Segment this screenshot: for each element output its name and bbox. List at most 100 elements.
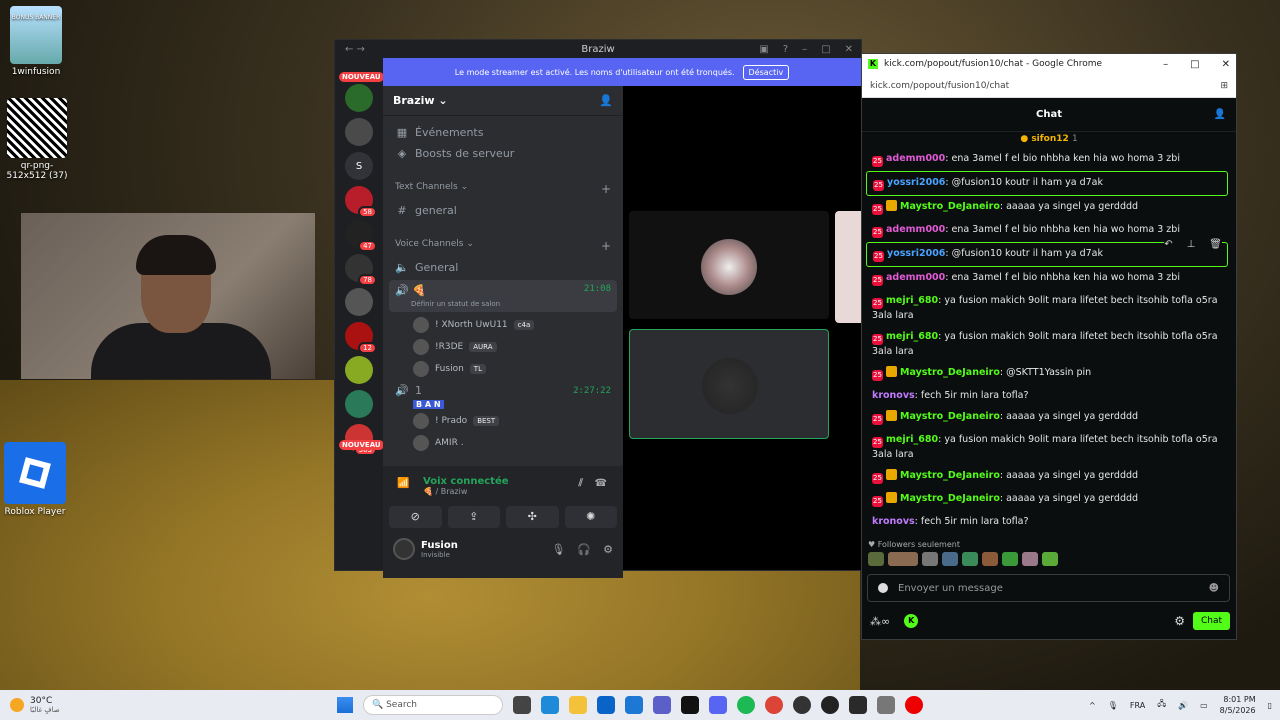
nvidia-icon[interactable] bbox=[681, 696, 699, 714]
chrome-icon[interactable] bbox=[765, 696, 783, 714]
opera-icon[interactable] bbox=[905, 696, 923, 714]
trash-icon[interactable]: 🗑 bbox=[1209, 238, 1222, 251]
chat-username[interactable]: yossri2006 bbox=[887, 248, 945, 259]
volume-icon[interactable]: 🔊 bbox=[1178, 701, 1188, 710]
gear-icon[interactable]: ⚙ bbox=[1174, 614, 1185, 628]
chat-message[interactable]: 25 Maystro_DeJaneiro: aaaaa ya singel ya … bbox=[866, 488, 1228, 511]
windows-start-icon[interactable] bbox=[337, 697, 353, 713]
voice-tile-speaking[interactable] bbox=[629, 329, 829, 439]
server-icon[interactable]: 12 bbox=[345, 322, 377, 354]
close-icon[interactable]: ✕ bbox=[845, 44, 853, 55]
soundboard-button[interactable]: ✺ bbox=[564, 506, 617, 528]
channel-boosts[interactable]: ◈ Boosts de serveur bbox=[383, 143, 623, 164]
desktop-icon-qr[interactable]: qr-png-512x512 (37) bbox=[2, 98, 72, 181]
channel-general-voice[interactable]: 🔈 General bbox=[383, 257, 623, 278]
server-icon[interactable]: 78 bbox=[345, 254, 377, 286]
translate-icon[interactable]: ⊞ bbox=[1220, 81, 1228, 91]
chat-messages[interactable]: 25 ademm000: ena 3amel f el bio nhbha ken… bbox=[866, 148, 1228, 526]
gear-icon[interactable]: ⚙ bbox=[603, 543, 613, 556]
voice-user[interactable]: AMIR . bbox=[383, 432, 623, 454]
channel-events[interactable]: ▦ Événements bbox=[383, 122, 623, 143]
chat-message[interactable]: 25 mejri_680: ya fusion makich 9olit mara… bbox=[866, 290, 1228, 326]
language-indicator[interactable]: FRA bbox=[1130, 701, 1145, 710]
minimize-icon[interactable]: – bbox=[802, 44, 807, 55]
chat-message[interactable]: kronovs: fech 5ir min lara tofla? bbox=[866, 385, 1228, 406]
chat-message[interactable]: 25 ademm000: ena 3amel f el bio nhbha ken… bbox=[866, 148, 1228, 171]
chat-username[interactable]: mejri_680 bbox=[886, 331, 938, 342]
chat-username[interactable]: mejri_680 bbox=[886, 434, 938, 445]
server-icon[interactable]: 47 bbox=[345, 220, 377, 252]
voice-tile[interactable] bbox=[629, 211, 829, 319]
server-icon[interactable] bbox=[345, 84, 373, 112]
headphones-icon[interactable]: 🎧 bbox=[577, 543, 591, 556]
pin-icon[interactable]: ⊥ bbox=[1187, 238, 1196, 251]
chat-message[interactable]: 25 Maystro_DeJaneiro: @SKTT1Yassin pin bbox=[866, 362, 1228, 385]
close-icon[interactable]: ✕ bbox=[1222, 59, 1230, 70]
chat-username[interactable]: Maystro_DeJaneiro bbox=[900, 201, 1000, 212]
voice-connected-label[interactable]: Voix connectée bbox=[423, 476, 509, 487]
teams-icon[interactable] bbox=[653, 696, 671, 714]
task-view-icon[interactable] bbox=[513, 696, 531, 714]
maximize-icon[interactable]: □ bbox=[1190, 59, 1199, 70]
emote[interactable] bbox=[942, 552, 958, 566]
taskbar-search[interactable]: 🔍 Search bbox=[363, 695, 503, 715]
disconnect-icon[interactable]: ☎ bbox=[595, 478, 607, 489]
voice-user[interactable]: ! Prado BEST bbox=[383, 410, 623, 432]
reply-icon[interactable]: ↶ bbox=[1164, 238, 1172, 251]
store-icon[interactable] bbox=[625, 696, 643, 714]
outlook-icon[interactable] bbox=[597, 696, 615, 714]
chat-message[interactable]: 25 yossri2006: @fusion10 koutr il ham ya … bbox=[866, 171, 1228, 196]
emote[interactable] bbox=[1022, 552, 1038, 566]
send-chat-button[interactable]: Chat bbox=[1192, 612, 1230, 630]
chat-message[interactable]: kronovs: fech 5ir min lara tofla? bbox=[866, 511, 1228, 526]
chat-username[interactable]: kronovs bbox=[872, 516, 915, 526]
chat-message[interactable]: 25 Maystro_DeJaneiro: aaaaa ya singel ya … bbox=[866, 465, 1228, 488]
voice-user[interactable]: Fusion TL bbox=[383, 358, 623, 380]
voice-user[interactable]: !R3DE AURA bbox=[383, 336, 623, 358]
address-bar[interactable]: kick.com/popout/fusion10/chat ⊞ bbox=[862, 74, 1236, 98]
noise-suppression-icon[interactable]: ⫽ bbox=[579, 478, 583, 489]
activities-button[interactable]: ✣ bbox=[506, 506, 559, 528]
back-forward-icon[interactable]: ← → bbox=[345, 44, 365, 55]
server-icon[interactable]: 58 bbox=[345, 186, 377, 218]
notification-icon[interactable]: ▯ bbox=[1268, 701, 1272, 710]
chat-username[interactable]: yossri2006 bbox=[887, 177, 945, 188]
category-text-channels[interactable]: Text Channels ⌄ + bbox=[383, 172, 623, 200]
camera-off-button[interactable]: ⊘ bbox=[389, 506, 442, 528]
emoji-icon[interactable]: ☻ bbox=[1209, 583, 1219, 594]
kick-coin-icon[interactable]: K bbox=[904, 614, 919, 628]
chat-message[interactable]: 25 mejri_680: ya fusion makich 9olit mara… bbox=[866, 429, 1228, 465]
obs-icon[interactable] bbox=[793, 696, 811, 714]
screen-share-button[interactable]: ⇪ bbox=[447, 506, 500, 528]
voice-channel-1[interactable]: 🔊 1 2:27:22 bbox=[383, 380, 623, 401]
server-icon[interactable] bbox=[345, 118, 373, 146]
emote[interactable] bbox=[1002, 552, 1018, 566]
chat-message[interactable]: 25 Maystro_DeJaneiro: aaaaa ya singel ya … bbox=[866, 406, 1228, 429]
add-channel-icon[interactable]: + bbox=[601, 239, 611, 253]
microphone-icon[interactable]: 🎙 bbox=[1108, 701, 1118, 710]
chat-username[interactable]: Maystro_DeJaneiro bbox=[900, 493, 1000, 504]
message-input[interactable]: Envoyer un message ☻ bbox=[867, 574, 1230, 602]
add-member-icon[interactable]: 👤 bbox=[599, 94, 613, 107]
chevron-up-icon[interactable]: ^ bbox=[1089, 701, 1096, 710]
disable-streamer-button[interactable]: Désactiv bbox=[742, 64, 790, 80]
help-icon[interactable]: ? bbox=[783, 44, 788, 55]
server-header[interactable]: Braziw ⌄ 👤 bbox=[383, 86, 623, 116]
chat-username[interactable]: ademm000 bbox=[886, 272, 945, 283]
voice-user[interactable]: ! XNorth UwU11 c4a bbox=[383, 314, 623, 336]
active-voice-channel[interactable]: 🔊 🍕 21:08 Définir un statut de salon bbox=[389, 280, 617, 312]
server-icon[interactable]: S bbox=[345, 152, 373, 180]
emote[interactable] bbox=[982, 552, 998, 566]
chat-username[interactable]: ademm000 bbox=[886, 153, 945, 164]
chat-username[interactable]: Maystro_DeJaneiro bbox=[900, 470, 1000, 481]
desktop-icon-1winfusion[interactable]: BONUS BANNER 1winfusion bbox=[1, 6, 71, 77]
emote[interactable] bbox=[888, 552, 918, 566]
server-icon[interactable] bbox=[345, 356, 373, 384]
xbox-icon[interactable] bbox=[821, 696, 839, 714]
minimize-icon[interactable]: – bbox=[1163, 59, 1168, 70]
chat-message[interactable]: 25 ademm000: ena 3amel f el bio nhbha ken… bbox=[866, 267, 1228, 290]
chat-message[interactable]: 25 Maystro_DeJaneiro: aaaaa ya singel ya … bbox=[866, 196, 1228, 219]
chat-username[interactable]: mejri_680 bbox=[886, 295, 938, 306]
file-explorer-icon[interactable] bbox=[569, 696, 587, 714]
add-channel-icon[interactable]: + bbox=[601, 182, 611, 196]
